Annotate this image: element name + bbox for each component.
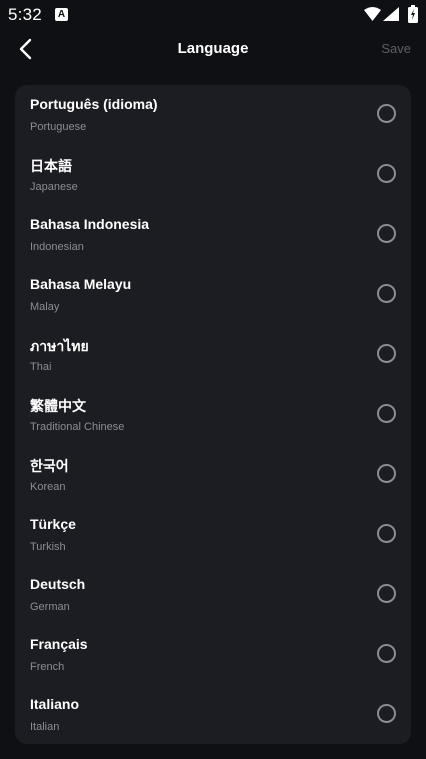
radio-button[interactable] <box>377 464 396 483</box>
signal-icon <box>383 7 399 26</box>
language-native-name: Bahasa Indonesia <box>30 216 150 232</box>
radio-button[interactable] <box>377 164 396 183</box>
battery-icon <box>408 5 418 28</box>
language-english-name: Thai <box>30 361 52 373</box>
language-native-name: 한국어 <box>30 458 69 474</box>
header: Language Save <box>0 30 426 70</box>
page-title: Language <box>177 40 249 57</box>
radio-button[interactable] <box>377 584 396 603</box>
radio-button[interactable] <box>377 524 396 543</box>
language-option[interactable]: Deutsch German <box>15 565 411 625</box>
language-native-name: Türkçe <box>30 516 76 532</box>
language-option[interactable]: 日本語 Japanese <box>15 145 411 205</box>
language-native-name: 日本語 <box>30 158 72 174</box>
language-english-name: Indonesian <box>30 241 84 253</box>
language-option[interactable]: Português (idioma) Portuguese <box>15 85 411 145</box>
language-english-name: Portuguese <box>30 121 87 133</box>
radio-button[interactable] <box>377 704 396 723</box>
wifi-icon <box>364 7 381 26</box>
radio-button[interactable] <box>377 224 396 243</box>
language-english-name: German <box>30 601 70 613</box>
status-bar: 5:32 A <box>0 0 426 30</box>
language-native-name: Italiano <box>30 696 80 712</box>
language-option[interactable]: Bahasa Indonesia Indonesian <box>15 205 411 265</box>
radio-button[interactable] <box>377 284 396 303</box>
language-native-name: Bahasa Melayu <box>30 276 132 292</box>
language-list: Português (idioma) Portuguese 日本語 Japanese B… <box>15 85 411 744</box>
language-option[interactable]: Italiano Italian <box>15 685 411 744</box>
language-option[interactable]: Français French <box>15 625 411 685</box>
radio-button[interactable] <box>377 104 396 123</box>
language-native-name: Français <box>30 636 88 652</box>
notification-icon: A <box>55 8 68 21</box>
radio-button[interactable] <box>377 344 396 363</box>
language-english-name: Korean <box>30 481 66 493</box>
language-native-name: Português (idioma) <box>30 96 158 112</box>
language-english-name: Japanese <box>30 181 78 193</box>
language-option[interactable]: ภาษาไทย Thai <box>15 325 411 385</box>
language-english-name: Turkish <box>30 541 66 553</box>
language-option[interactable]: 한국어 Korean <box>15 445 411 505</box>
status-time: 5:32 <box>8 5 42 24</box>
radio-button[interactable] <box>377 404 396 423</box>
language-native-name: Deutsch <box>30 576 86 592</box>
language-english-name: Italian <box>30 721 60 733</box>
language-english-name: Traditional Chinese <box>30 421 125 433</box>
language-option[interactable]: Türkçe Turkish <box>15 505 411 565</box>
language-option[interactable]: Bahasa Melayu Malay <box>15 265 411 325</box>
save-button[interactable]: Save <box>381 41 411 56</box>
radio-button[interactable] <box>377 644 396 663</box>
language-english-name: French <box>30 661 65 673</box>
language-option[interactable]: 繁體中文 Traditional Chinese <box>15 385 411 445</box>
language-native-name: 繁體中文 <box>30 398 86 414</box>
language-native-name: ภาษาไทย <box>30 338 89 354</box>
language-english-name: Malay <box>30 301 60 313</box>
